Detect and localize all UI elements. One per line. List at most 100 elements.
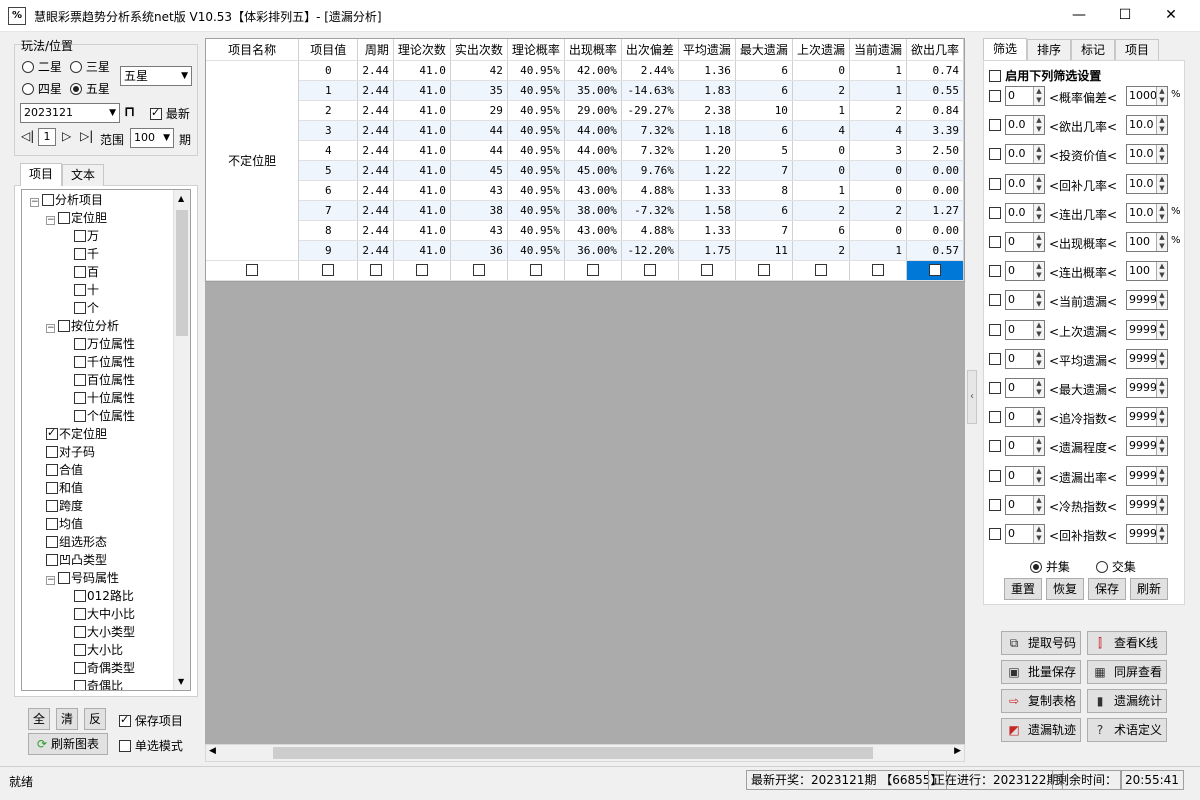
tree-collapse-icon[interactable]: − — [46, 576, 55, 585]
spin-down-icon[interactable]: ▼ — [1156, 154, 1167, 164]
spin-up-icon[interactable]: ▲ — [1156, 233, 1167, 242]
column-select-checkbox[interactable] — [322, 263, 335, 276]
filter-min-input[interactable]: 0 ▲ ▼ — [1005, 261, 1045, 282]
filter-enable-checkbox[interactable] — [989, 411, 1001, 424]
spin-up-icon[interactable]: ▲ — [1033, 291, 1044, 301]
spin-down-icon[interactable]: ▼ — [1156, 534, 1167, 543]
filter-max-input[interactable]: 1000 ▲ ▼ — [1126, 86, 1168, 106]
tree-checkbox[interactable] — [58, 572, 70, 584]
tree-item[interactable]: 跨度 — [46, 497, 83, 515]
tab-filter[interactable]: 筛选 — [983, 38, 1027, 61]
filter-max-input[interactable]: 9999 ▲ ▼ — [1126, 524, 1168, 544]
tree-checkbox[interactable] — [74, 644, 86, 656]
column-select-cell[interactable] — [906, 260, 964, 281]
tree-item[interactable]: 大小类型 — [62, 623, 135, 641]
candlestick-button[interactable]: ⫿ 查看K线 — [1087, 631, 1167, 655]
union-radio[interactable]: 并集 — [1030, 558, 1070, 575]
column-select-cell[interactable] — [564, 260, 622, 281]
spin-up-icon[interactable]: ▲ — [1156, 525, 1167, 534]
column-select-cell[interactable] — [298, 260, 359, 281]
spin-up-icon[interactable]: ▲ — [1156, 87, 1167, 96]
save-filter-button[interactable]: 保存 — [1088, 578, 1126, 600]
analysis-tree[interactable]: −分析项目−定位胆万千百十个−按位分析万位属性千位属性百位属性十位属性个位属性不… — [21, 189, 191, 691]
spin-down-icon[interactable]: ▼ — [1156, 212, 1167, 222]
spin-down-icon[interactable]: ▼ — [1156, 329, 1167, 339]
tab-sort[interactable]: 排序 — [1027, 39, 1071, 61]
spin-down-icon[interactable]: ▼ — [1033, 212, 1044, 222]
column-header[interactable]: 周期 — [357, 39, 394, 61]
intersect-radio[interactable]: 交集 — [1096, 558, 1136, 575]
tree-checkbox[interactable] — [46, 464, 58, 476]
clear-button[interactable]: 清 — [56, 708, 78, 730]
filter-min-input[interactable]: 0.0 ▲ ▼ — [1005, 173, 1045, 194]
tree-checkbox[interactable] — [46, 536, 58, 548]
filter-enable-checkbox[interactable] — [989, 119, 1001, 132]
filter-min-input[interactable]: 0 ▲ ▼ — [1005, 290, 1045, 311]
spin-up-icon[interactable]: ▲ — [1033, 87, 1044, 96]
filter-max-input[interactable]: 10.0 ▲ ▼ — [1126, 173, 1168, 194]
tree-item[interactable]: − 按位分析 — [46, 317, 119, 335]
filter-enable-checkbox[interactable] — [989, 469, 1001, 482]
column-select-checkbox[interactable] — [472, 263, 485, 276]
spin-up-icon[interactable]: ▲ — [1156, 262, 1167, 272]
table-row[interactable]: 4 2.44 41.0 44 40.95% 44.00% 7.32% 1.20 5 0 3 2.50 — [206, 140, 964, 161]
tree-checkbox[interactable] — [74, 230, 86, 242]
filter-min-input[interactable]: 0 ▲ ▼ — [1005, 232, 1045, 252]
column-select-checkbox[interactable] — [643, 263, 656, 276]
spin-down-icon[interactable]: ▼ — [1033, 300, 1044, 310]
single-mode-checkbox[interactable]: 单选模式 — [119, 737, 183, 754]
minimize-button[interactable]: — — [1056, 0, 1102, 32]
tree-item[interactable]: 千位属性 — [62, 353, 135, 371]
tree-item[interactable]: 和值 — [46, 479, 83, 497]
scroll-up-icon[interactable]: ▲ — [178, 194, 184, 203]
select-all-button[interactable]: 全 — [28, 708, 50, 730]
spin-up-icon[interactable]: ▲ — [1156, 495, 1167, 505]
tree-checkbox[interactable] — [74, 626, 86, 638]
table-row[interactable]: 6 2.44 41.0 43 40.95% 43.00% 4.88% 1.33 8 1 0 0.00 — [206, 180, 964, 201]
tree-item[interactable]: 凹凸类型 — [46, 551, 107, 569]
bar-chart-button[interactable]: ▮ 遗漏统计 — [1087, 689, 1167, 713]
tree-item[interactable]: 百位属性 — [62, 371, 135, 389]
table-row[interactable]: 9 2.44 41.0 36 40.95% 36.00% -12.20% 1.75 11 2 1 0.… — [206, 240, 964, 261]
save-items-checkbox[interactable]: 保存项目 — [119, 712, 183, 729]
tree-scrollbar[interactable]: ▲ ▼ — [173, 190, 190, 690]
filter-enable-checkbox[interactable] — [989, 236, 1001, 248]
refresh-filter-button[interactable]: 刷新 — [1130, 578, 1168, 600]
tree-item[interactable]: 万位属性 — [62, 335, 135, 353]
tree-item[interactable]: 合值 — [46, 461, 83, 479]
column-select-checkbox[interactable] — [369, 263, 382, 276]
batch-save-button[interactable]: ▣ 批量保存 — [1001, 660, 1081, 684]
column-header[interactable]: 理论次数 — [393, 39, 451, 61]
tree-collapse-icon[interactable]: − — [30, 198, 39, 207]
filter-enable-checkbox[interactable] — [989, 177, 1001, 190]
copy-button[interactable]: ⧉ 提取号码 — [1001, 631, 1081, 655]
filter-enable-checkbox[interactable] — [989, 265, 1001, 278]
last-period-icon[interactable]: ▷| — [80, 129, 93, 143]
spin-up-icon[interactable]: ▲ — [1156, 145, 1167, 155]
column-select-checkbox[interactable] — [586, 263, 599, 276]
omission-table[interactable]: 项目名称 项目值 周期 理论次数 实出次数 理论概率 出现概率 出次偏差 平均遗漏 最大遗漏 上次遗… — [205, 38, 965, 282]
position-select[interactable]: 五星 ▼ — [120, 66, 192, 86]
filter-min-input[interactable]: 0 ▲ ▼ — [1005, 319, 1045, 340]
tree-checkbox[interactable] — [46, 518, 58, 530]
column-select-cell[interactable] — [507, 260, 565, 281]
tree-item[interactable]: 大小比 — [62, 641, 123, 659]
filter-min-input[interactable]: 0 ▲ ▼ — [1005, 436, 1045, 457]
tree-item[interactable]: 奇偶比 — [62, 677, 123, 690]
tree-item[interactable]: − 号码属性 — [46, 569, 119, 587]
filter-max-input[interactable]: 100 ▲ ▼ — [1126, 232, 1168, 252]
tree-item[interactable]: 均值 — [46, 515, 83, 533]
chart-area[interactable] — [205, 282, 965, 744]
period-select[interactable]: 2023121 ▼ — [20, 103, 120, 123]
filter-min-input[interactable]: 0.0 ▲ ▼ — [1005, 115, 1045, 136]
copy-table-button[interactable]: ⇨ 复制表格 — [1001, 689, 1081, 713]
spin-down-icon[interactable]: ▼ — [1033, 504, 1044, 514]
filter-max-input[interactable]: 10.0 ▲ ▼ — [1126, 144, 1168, 165]
filter-enable-checkbox[interactable] — [989, 528, 1001, 540]
help-button[interactable]: ? 术语定义 — [1087, 718, 1167, 742]
tree-collapse-icon[interactable]: − — [46, 324, 55, 333]
grid-button[interactable]: ▦ 同屏查看 — [1087, 660, 1167, 684]
spin-up-icon[interactable]: ▲ — [1033, 525, 1044, 534]
column-select-cell[interactable] — [735, 260, 793, 281]
spin-down-icon[interactable]: ▼ — [1033, 154, 1044, 164]
